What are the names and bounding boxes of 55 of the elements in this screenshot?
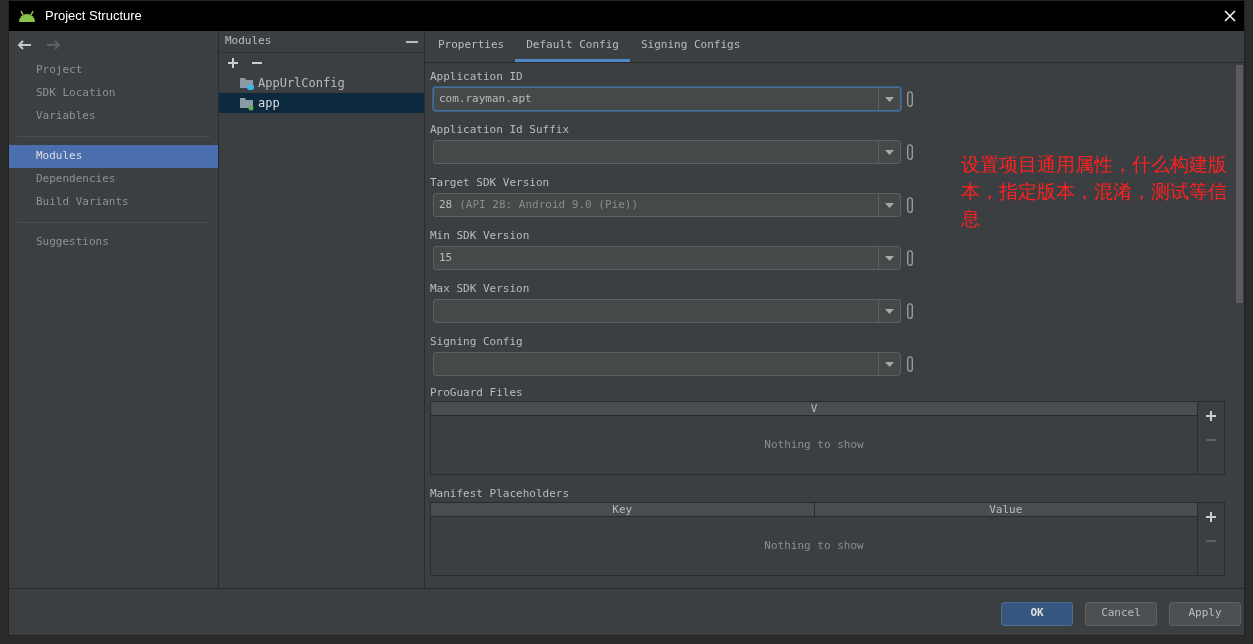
sidebar-item[interactable]: SDK Location — [9, 82, 218, 105]
field-label: Application Id Suffix — [430, 122, 571, 138]
combo-box[interactable]: 28 (API 28: Android 9.0 (Pie)) — [433, 193, 901, 217]
tab[interactable]: Default Config — [515, 31, 630, 62]
sidebar-item[interactable]: Dependencies — [9, 168, 218, 191]
empty-table-text: Nothing to show — [764, 436, 864, 453]
pill-icon[interactable] — [907, 91, 913, 107]
dialog-button[interactable]: Cancel — [1085, 601, 1157, 626]
sidebar-item[interactable]: Suggestions — [9, 231, 218, 254]
tab[interactable]: Signing Configs — [629, 31, 752, 62]
close-icon[interactable] — [1224, 10, 1236, 22]
module-item[interactable]: app — [219, 93, 424, 113]
field-label: Min SDK Version — [430, 228, 531, 244]
field-label: Target SDK Version — [430, 175, 551, 191]
combo-box[interactable]: 15 — [433, 246, 901, 270]
sidebar-item[interactable]: Build Variants — [9, 191, 218, 214]
scrollbar-thumb[interactable] — [1236, 65, 1243, 303]
pill-icon[interactable] — [907, 197, 913, 213]
folder-icon — [239, 95, 255, 111]
empty-table-text: Nothing to show — [764, 537, 864, 554]
column-header[interactable]: Value — [813, 503, 1197, 516]
dropdown-arrow-icon — [885, 202, 894, 208]
folder-icon — [239, 75, 255, 91]
panel-title: Modules — [225, 33, 272, 50]
field-label: Signing Config — [430, 334, 524, 350]
pill-icon[interactable] — [907, 144, 913, 160]
add-icon[interactable] — [1205, 511, 1217, 523]
sidebar-item[interactable]: Variables — [9, 105, 218, 128]
dropdown-arrow-icon — [885, 149, 894, 155]
tab[interactable]: Properties — [427, 31, 516, 62]
sidebar-item[interactable]: Project — [9, 59, 218, 82]
add-icon[interactable] — [227, 57, 239, 69]
android-icon — [17, 9, 37, 23]
table-label: ProGuard Files — [430, 385, 524, 401]
dialog-button[interactable]: OK — [1001, 601, 1073, 626]
sidebar-item[interactable]: Modules — [9, 145, 218, 168]
combo-box[interactable]: com.rayman.apt — [433, 87, 901, 111]
table-label: Manifest Placeholders — [430, 486, 571, 502]
annotation-text: 设置项目通用属性，什么构建版本，指定版本，混淆，测试等信息 — [961, 152, 1228, 231]
module-item[interactable]: AppUrlConfig — [219, 73, 424, 93]
dropdown-arrow-icon — [885, 255, 894, 261]
field-label: Max SDK Version — [430, 281, 531, 297]
dropdown-arrow-icon — [885, 96, 894, 102]
pill-icon[interactable] — [907, 356, 913, 372]
field-label: Application ID — [430, 69, 524, 85]
pill-icon[interactable] — [907, 303, 913, 319]
dropdown-arrow-icon — [885, 361, 894, 367]
dialog-button[interactable]: Apply — [1169, 601, 1241, 626]
column-header[interactable]: V — [431, 402, 1197, 415]
back-icon[interactable] — [17, 39, 33, 51]
pill-icon[interactable] — [907, 250, 913, 266]
window-title: Project Structure — [45, 7, 142, 26]
dropdown-arrow-icon — [885, 308, 894, 314]
add-icon[interactable] — [1205, 410, 1217, 422]
column-header[interactable]: Key — [431, 503, 814, 516]
